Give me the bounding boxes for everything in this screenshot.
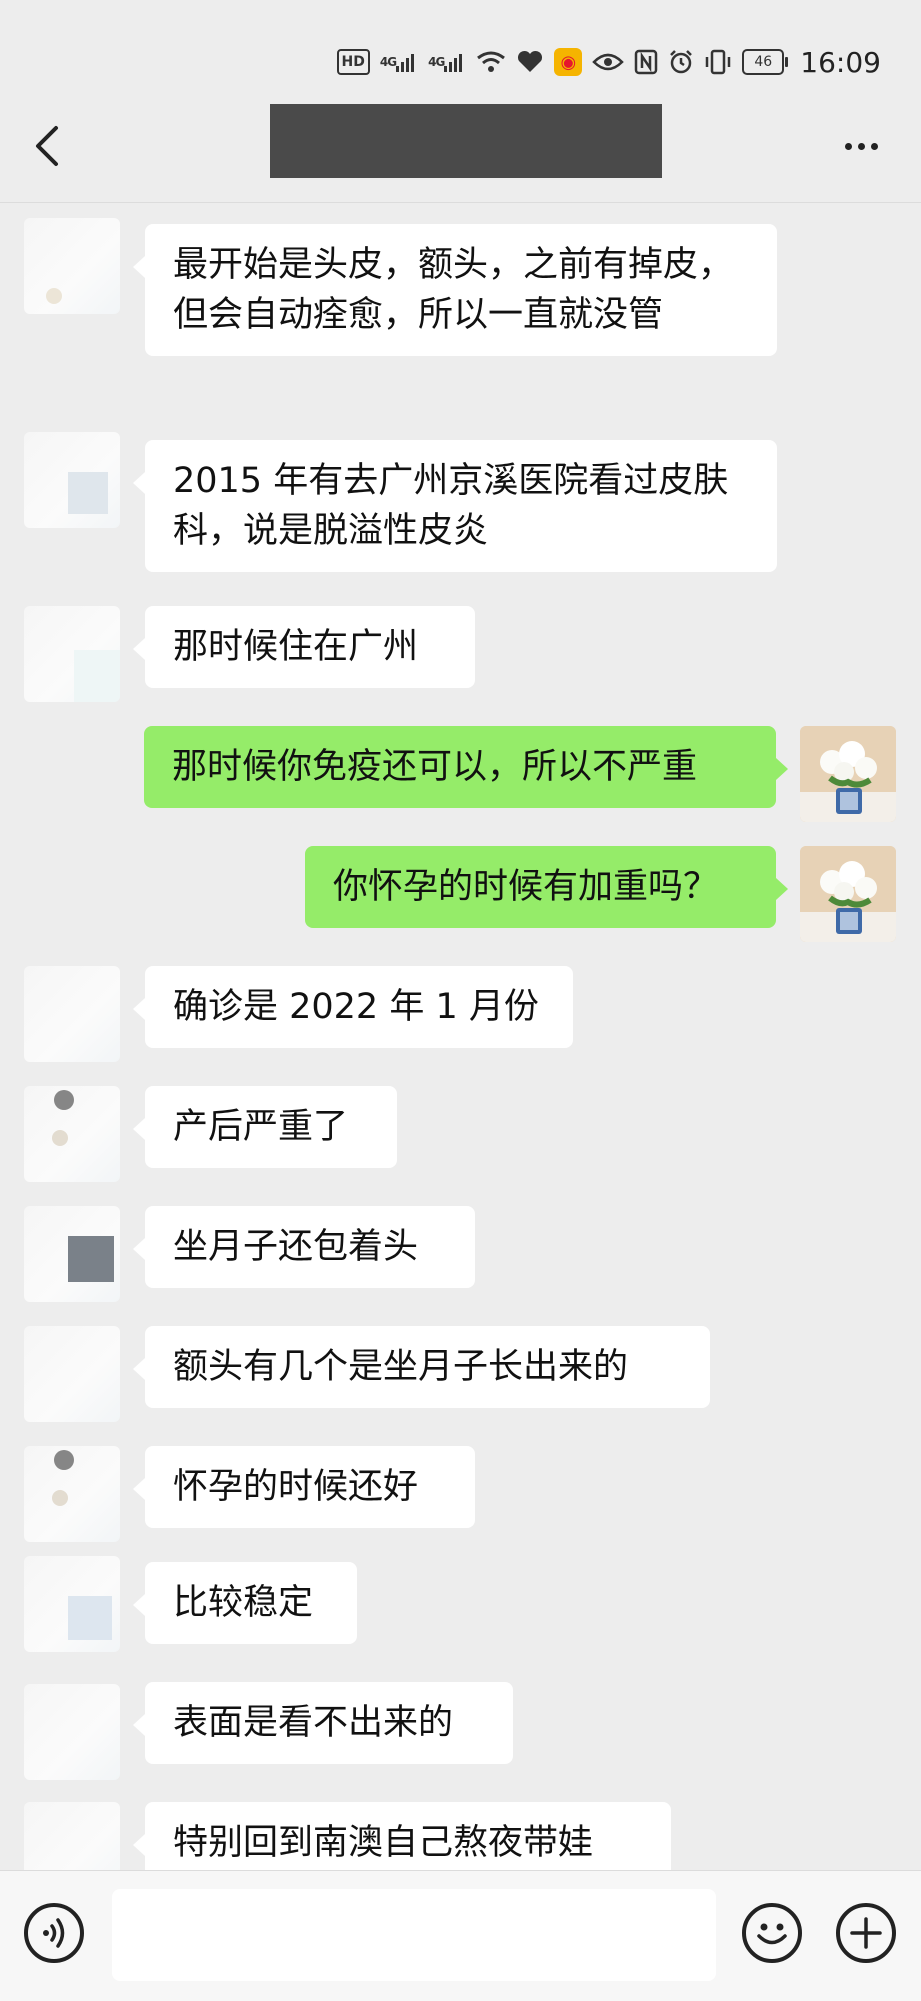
more-button[interactable] xyxy=(839,124,883,168)
hd-indicator: HD xyxy=(336,49,370,75)
back-button[interactable] xyxy=(30,124,70,168)
contact-avatar[interactable] xyxy=(24,606,120,702)
nfc-icon xyxy=(634,47,658,77)
clock: 16:09 xyxy=(800,45,881,79)
message-bubble-incoming[interactable]: 最开始是头皮，额头，之前有掉皮，但会自动痊愈，所以一直就没管 xyxy=(133,224,777,356)
weibo-icon: ◉ xyxy=(554,48,583,76)
message-bubble-incoming[interactable]: 坐月子还包着头 xyxy=(133,1206,475,1288)
message-bubble-incoming[interactable]: 产后严重了 xyxy=(133,1086,397,1168)
message-bubble-incoming[interactable]: 那时候住在广州 xyxy=(133,606,475,688)
contact-avatar[interactable] xyxy=(24,218,120,314)
message-bubble-outgoing[interactable]: 那时候你免疫还可以，所以不严重 xyxy=(144,726,788,808)
battery-indicator: 46 xyxy=(742,49,789,75)
heart-rate-icon xyxy=(516,47,544,77)
status-bar: HD 4G 4G ◉ 46 16:09 xyxy=(0,0,921,90)
contact-avatar[interactable] xyxy=(24,1326,120,1422)
input-bar xyxy=(0,1870,921,2001)
voice-button[interactable] xyxy=(24,1903,84,1963)
more-functions-button[interactable] xyxy=(836,1903,896,1963)
message-bubble-incoming[interactable]: 怀孕的时候还好 xyxy=(133,1446,475,1528)
redacted-chat-title xyxy=(270,104,662,178)
my-avatar[interactable] xyxy=(800,846,896,942)
message-bubble-incoming[interactable]: 额头有几个是坐月子长出来的 xyxy=(133,1326,710,1408)
emoji-icon xyxy=(757,1923,787,1945)
chevron-left-icon xyxy=(36,126,58,166)
contact-avatar[interactable] xyxy=(24,1446,120,1542)
voice-icon xyxy=(43,1918,65,1948)
contact-avatar[interactable] xyxy=(24,1086,120,1182)
message-bubble-outgoing[interactable]: 你怀孕的时候有加重吗？ xyxy=(305,846,788,928)
message-bubble-incoming[interactable]: 确诊是 2022 年 1 月份 xyxy=(133,966,573,1048)
flower-pot-icon xyxy=(800,846,896,942)
signal-icon-2: 4G xyxy=(428,47,466,77)
contact-avatar[interactable] xyxy=(24,432,120,528)
flower-pot-icon xyxy=(800,726,896,822)
contact-avatar[interactable] xyxy=(24,1556,120,1652)
message-bubble-incoming[interactable]: 表面是看不出来的 xyxy=(133,1682,513,1764)
vibrate-icon xyxy=(704,47,732,77)
signal-icon-1: 4G xyxy=(380,47,418,77)
contact-avatar[interactable] xyxy=(24,1684,120,1780)
message-bubble-incoming[interactable]: 2015 年有去广州京溪医院看过皮肤科，说是脱溢性皮炎 xyxy=(133,440,777,572)
alarm-icon xyxy=(668,47,694,77)
plus-icon xyxy=(850,1917,882,1949)
my-avatar[interactable] xyxy=(800,726,896,822)
emoji-button[interactable] xyxy=(742,1903,802,1963)
chat-header xyxy=(0,90,921,203)
wifi-icon xyxy=(476,47,506,77)
contact-avatar[interactable] xyxy=(24,966,120,1062)
more-dots-icon xyxy=(844,142,852,150)
contact-avatar[interactable] xyxy=(24,1206,120,1302)
message-bubble-incoming[interactable]: 比较稳定 xyxy=(133,1562,357,1644)
eye-icon xyxy=(592,47,625,77)
message-input[interactable] xyxy=(112,1889,716,1981)
